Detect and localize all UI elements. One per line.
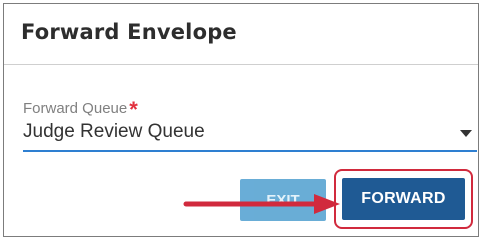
chevron-down-icon[interactable] xyxy=(460,130,472,137)
forward-queue-label-text: Forward Queue xyxy=(23,100,128,117)
red-arrow-icon xyxy=(183,194,340,214)
forward-button[interactable]: FORWARD xyxy=(342,178,465,220)
dialog-title: Forward Envelope xyxy=(21,20,237,44)
forward-queue-selected-value: Judge Review Queue xyxy=(23,121,205,142)
forward-envelope-dialog: Forward Envelope Forward Queue* Judge Re… xyxy=(3,3,479,237)
forward-queue-select[interactable]: Judge Review Queue xyxy=(23,116,477,152)
dialog-header: Forward Envelope xyxy=(4,4,478,65)
